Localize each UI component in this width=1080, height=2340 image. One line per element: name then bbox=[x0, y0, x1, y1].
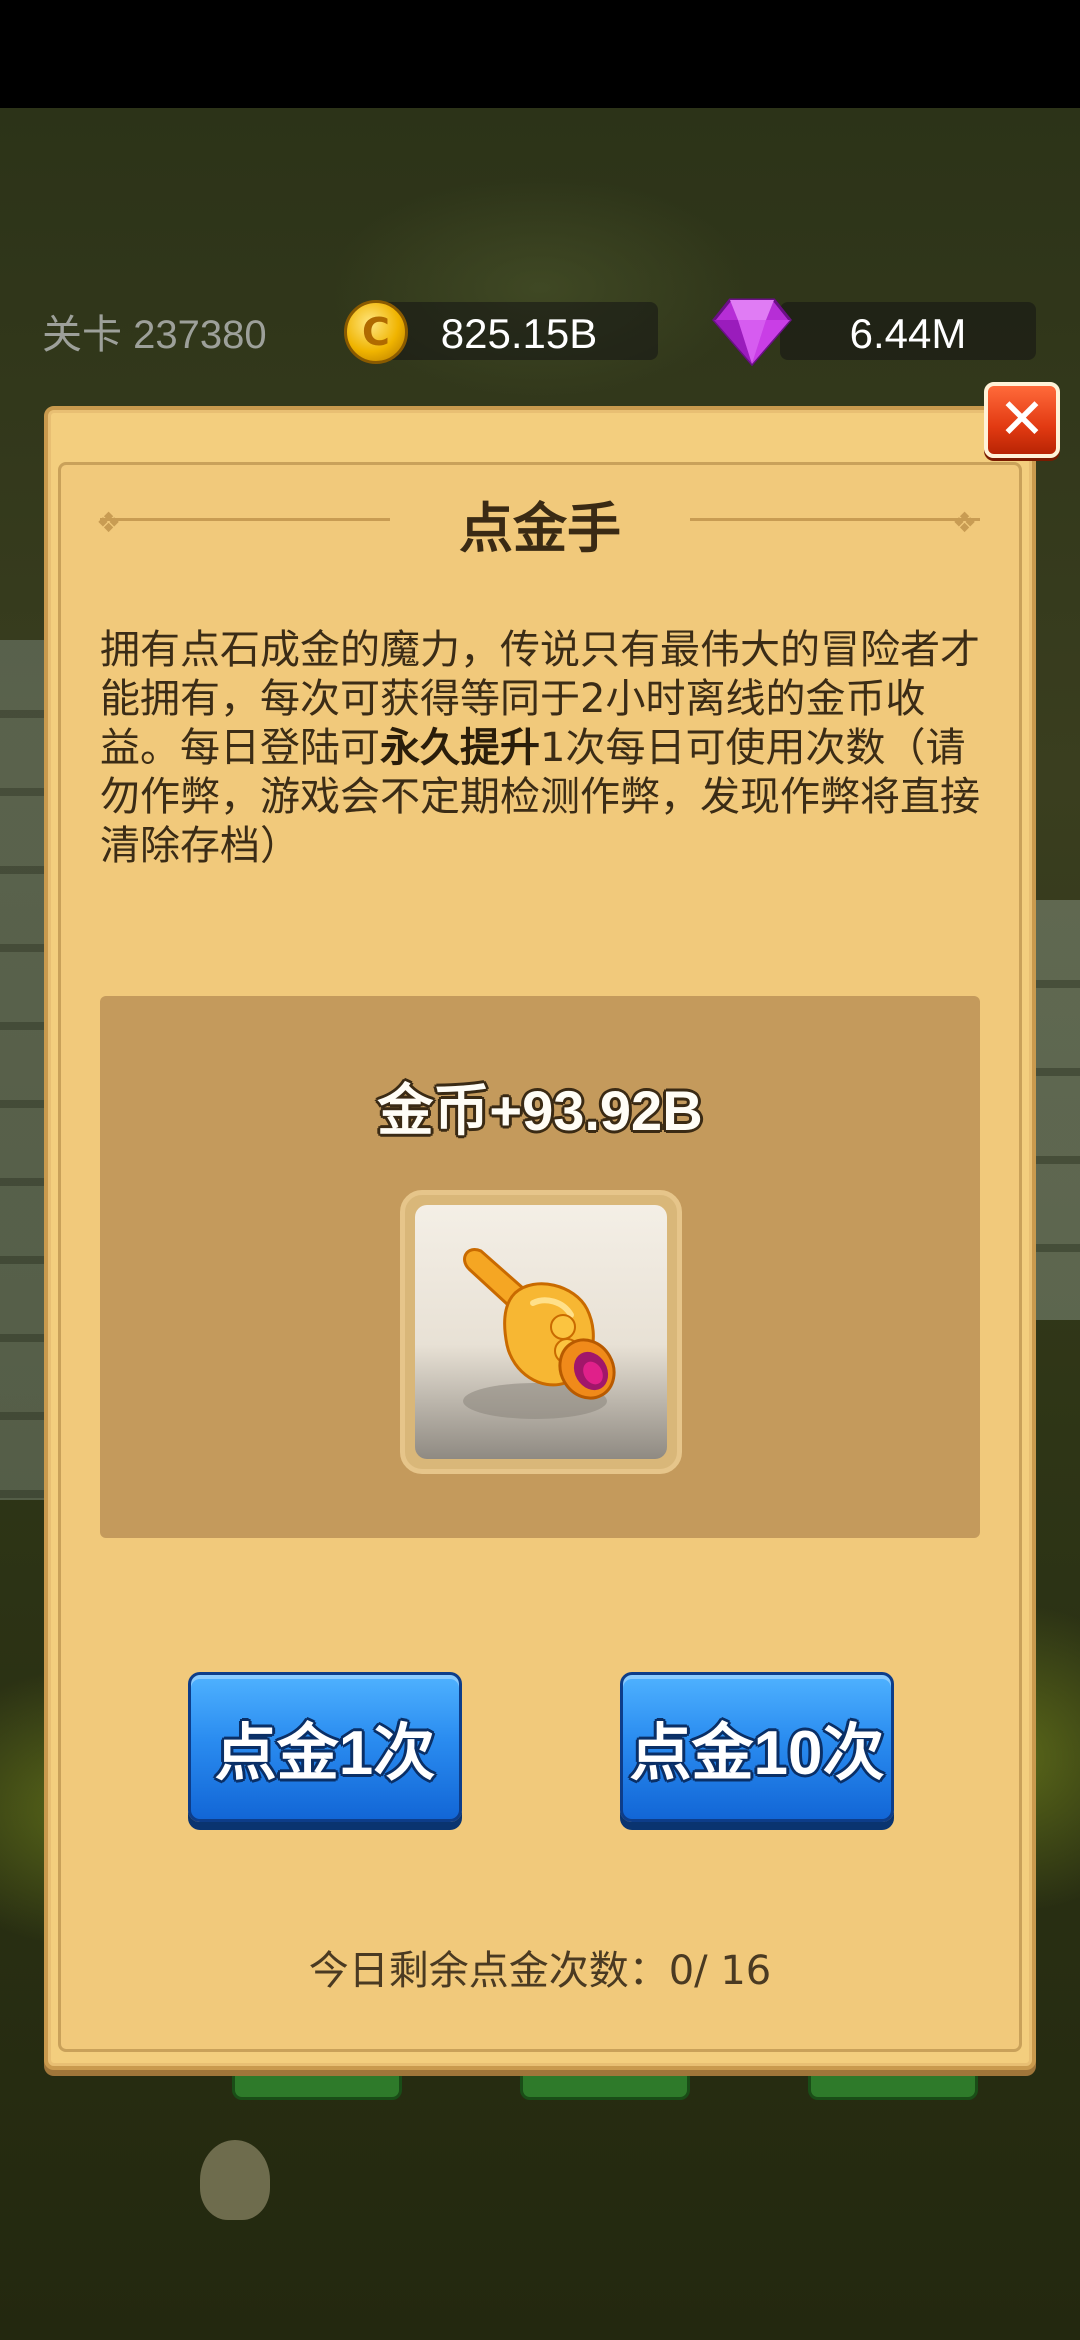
stone-wall-right bbox=[1034, 900, 1080, 1320]
coin-value: 825.15B bbox=[440, 310, 598, 357]
title-row: ❖ ❖ 点金手 bbox=[0, 478, 1080, 560]
gold-coin-icon: C bbox=[344, 300, 408, 364]
golden-hand-icon bbox=[463, 1248, 616, 1419]
description-bold: 永久提升 bbox=[380, 725, 540, 771]
top-hud: 关卡 237380 825.15B C 6.44M bbox=[0, 298, 1080, 366]
purple-diamond-icon bbox=[712, 298, 792, 366]
remaining-uses-text: 今日剩余点金次数：0/ 16 bbox=[308, 1948, 772, 1994]
golden-touch-ten-button[interactable]: 点金10次 bbox=[620, 1672, 894, 1822]
close-button[interactable]: ✕ bbox=[984, 382, 1060, 458]
gem-value: 6.44M bbox=[849, 310, 967, 357]
level-label: 关卡 237380 bbox=[42, 313, 267, 357]
dialog-title: 点金手 bbox=[459, 497, 621, 560]
gem-counter: 6.44M bbox=[780, 302, 1036, 360]
reward-amount: 金币+93.92B bbox=[377, 1079, 703, 1142]
hand-icon-background bbox=[415, 1205, 667, 1459]
golden-touch-once-button[interactable]: 点金1次 bbox=[188, 1672, 462, 1822]
description-text: 拥有点石成金的魔力，传说只有最伟大的冒险者才能拥有，每次可获得等同于2小时离线的… bbox=[100, 626, 980, 871]
skull-decoration bbox=[200, 2140, 270, 2220]
stone-wall-left bbox=[0, 640, 44, 1500]
reward-panel: 金币+93.92B bbox=[100, 996, 980, 1538]
hand-icon-frame bbox=[400, 1190, 682, 1474]
status-bar bbox=[0, 0, 1080, 108]
coin-counter: 825.15B bbox=[380, 302, 658, 360]
